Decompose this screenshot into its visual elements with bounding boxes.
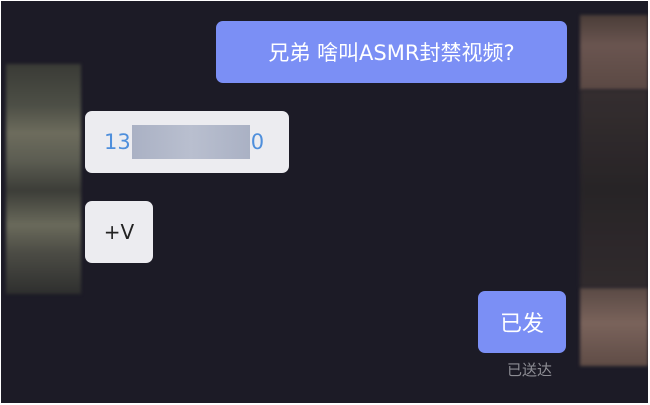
phone-number-end[interactable]: 0 — [251, 130, 264, 154]
message-text: +V — [103, 220, 135, 244]
chat-screen: 兄弟 啥叫ASMR封禁视频? 13 0 +V 已发 已送达 — [1, 1, 648, 403]
message-text: 已发 — [499, 312, 544, 337]
self-avatar[interactable] — [580, 15, 648, 90]
message-bubble-sent[interactable]: 已发 — [478, 291, 566, 353]
message-bubble-phone[interactable]: 13 0 — [85, 111, 289, 173]
self-avatar-blur — [580, 90, 648, 288]
delivery-status: 已送达 — [507, 361, 553, 379]
contact-avatar[interactable] — [6, 64, 81, 294]
phone-number-start[interactable]: 13 — [104, 130, 131, 154]
message-bubble-sent[interactable]: 兄弟 啥叫ASMR封禁视频? — [216, 21, 567, 83]
redaction-block — [131, 125, 250, 159]
message-text: 兄弟 啥叫ASMR封禁视频? — [268, 41, 515, 65]
message-bubble-received[interactable]: +V — [85, 201, 153, 263]
self-avatar-2[interactable] — [580, 288, 648, 366]
